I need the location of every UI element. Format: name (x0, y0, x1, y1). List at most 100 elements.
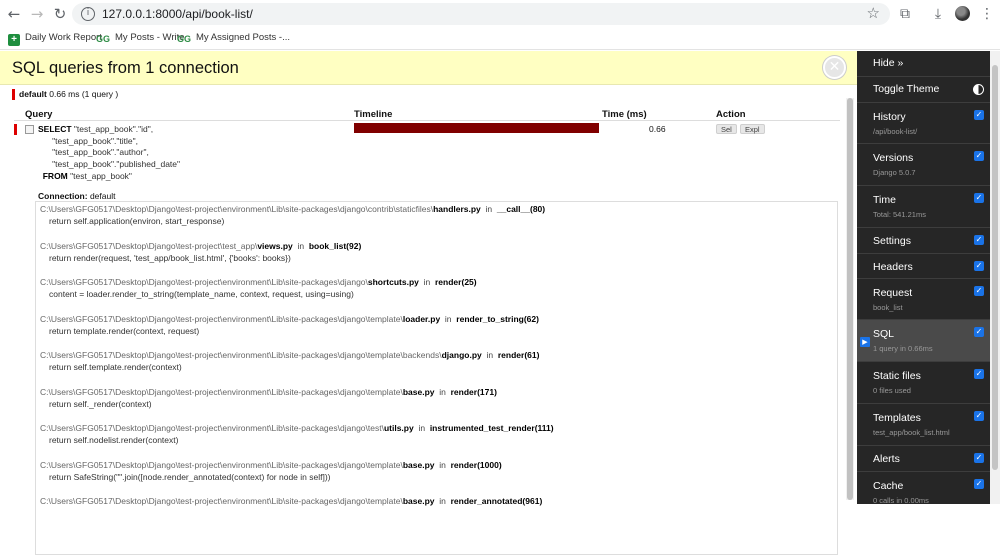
download-icon[interactable]: ⤓ (929, 5, 947, 23)
close-panel-button[interactable]: ✕ (823, 56, 846, 79)
profile-avatar[interactable] (955, 6, 970, 21)
bookmark-daily-work-report[interactable]: + Daily Work Report (8, 32, 102, 46)
panel-title: SQL queries from 1 connection (12, 59, 239, 77)
panel-enable-checkbox[interactable]: ✓ (974, 151, 984, 161)
column-time: Time (ms) (602, 109, 647, 120)
toolbar-item-history[interactable]: History/api/book-list/ ✓ (857, 103, 990, 144)
explain-button[interactable]: Expl (740, 124, 765, 134)
frame-function: render_annotated (450, 496, 523, 506)
panel-enable-checkbox[interactable]: ✓ (974, 286, 984, 296)
frame-file: base.py (402, 459, 435, 470)
panel-enable-checkbox[interactable]: ✓ (974, 369, 984, 379)
frame-code: return self.nodelist.render(context) (49, 435, 179, 445)
toolbar-item-sql[interactable]: SQL 1 query in 0.66ms ✓ (857, 320, 990, 362)
toolbar-item-title: Static files (873, 370, 921, 382)
sql-query[interactable]: SELECT "test_app_book"."id", "test_app_b… (38, 124, 180, 183)
stack-frame-location: C:\Users\GFG0517\Desktop\Django\test-pro… (40, 423, 554, 433)
debug-toolbar: Hide » Toggle Theme History/api/book-lis… (857, 51, 1000, 504)
column-timeline: Timeline (354, 109, 393, 120)
toolbar-item-settings[interactable]: Settings ✓ (857, 228, 990, 254)
panel-enable-checkbox[interactable]: ✓ (974, 453, 984, 463)
frame-file: utils.py (383, 423, 414, 433)
toolbar-item-alerts[interactable]: Alerts ✓ (857, 446, 990, 472)
stack-frame-location: C:\Users\GFG0517\Desktop\Django\test-pro… (40, 240, 362, 251)
frame-file: base.py (402, 386, 435, 397)
panel-enable-checkbox[interactable]: ✓ (974, 479, 984, 489)
url-text[interactable]: 127.0.0.1:8000/api/book-list/ (102, 7, 253, 21)
frame-function: render (450, 386, 478, 397)
panel-enable-checkbox[interactable]: ✓ (974, 411, 984, 421)
theme-toggle-icon (973, 84, 984, 95)
frame-in: in (439, 496, 446, 506)
frame-function: render (435, 277, 462, 287)
site-info-icon[interactable]: i (81, 7, 95, 21)
panel-enable-checkbox[interactable]: ✓ (974, 235, 984, 245)
frame-line: 171 (479, 386, 495, 397)
toolbar-scrollbar[interactable] (990, 51, 1000, 504)
bookmark-my-assigned-posts[interactable]: GG My Assigned Posts -... (177, 32, 290, 45)
frame-path: C:\Users\GFG0517\Desktop\Django\test-pro… (40, 386, 403, 397)
toolbar-item-headers[interactable]: Headers ✓ (857, 254, 990, 279)
stack-frame-location: C:\Users\GFG0517\Desktop\Django\test-pro… (40, 386, 497, 397)
gfg-icon: GG (177, 34, 192, 44)
timeline-bar (354, 123, 599, 133)
stack-frame-location: C:\Users\GFG0517\Desktop\Django\test-pro… (40, 313, 539, 324)
bookmark-my-posts[interactable]: GG My Posts - Write (96, 32, 185, 45)
frame-path: C:\Users\GFG0517\Desktop\Django\test-pro… (40, 350, 442, 360)
frame-line: 25 (464, 277, 474, 287)
frame-code: return template.render(context, request) (49, 325, 200, 336)
column-query: Query (25, 109, 53, 120)
toolbar-item-title: Cache (873, 480, 904, 492)
toolbar-item-subtitle: 0 files used (873, 386, 911, 395)
frame-line: 111 (537, 423, 551, 433)
expand-toggle[interactable] (25, 125, 34, 134)
bookmark-star-icon[interactable]: ☆ (867, 4, 880, 22)
frame-function: render (450, 459, 478, 470)
toolbar-hide[interactable]: Hide » (857, 51, 990, 77)
address-bar[interactable]: i 127.0.0.1:8000/api/book-list/ ☆ (72, 3, 890, 25)
menu-kebab-icon[interactable]: ⋮ (978, 5, 996, 23)
toolbar-toggle-theme[interactable]: Toggle Theme (857, 77, 990, 103)
toolbar-item-title: Request (873, 287, 913, 299)
extensions-icon[interactable]: ⧉ (896, 5, 914, 23)
panel-scrollbar-thumb[interactable] (847, 98, 853, 500)
header-divider (14, 120, 840, 121)
frame-file: loader.py (402, 313, 441, 324)
panel-enable-checkbox[interactable]: ✓ (974, 110, 984, 120)
frame-path: C:\Users\GFG0517\Desktop\Django\test-pro… (40, 313, 403, 324)
select-button[interactable]: Sel (716, 124, 737, 134)
reload-icon[interactable]: ↻ (50, 4, 70, 24)
toolbar-item-static-files[interactable]: Static files 0 files used ✓ (857, 362, 990, 404)
panel-title-bar: SQL queries from 1 connection ✕ (0, 51, 857, 85)
toolbar-item-templates[interactable]: Templates test_app/book_list.html ✓ (857, 404, 990, 446)
frame-path: C:\Users\GFG0517\Desktop\Django\test-pro… (40, 204, 434, 214)
frame-path: C:\Users\GFG0517\Desktop\Django\test-pro… (40, 423, 384, 433)
toolbar-item-versions[interactable]: Versions Django 5.0.7 ✓ (857, 144, 990, 186)
frame-path: C:\Users\GFG0517\Desktop\Django\test-pro… (40, 459, 403, 470)
toolbar-item-title: Templates (873, 412, 921, 424)
sql-panel: SQL queries from 1 connection ✕ default … (0, 51, 857, 555)
frame-line: 62 (526, 313, 537, 324)
query-marker (14, 124, 17, 135)
toolbar-item-time[interactable]: Time Total: 541.21ms ✓ (857, 186, 990, 228)
frame-in: in (423, 277, 431, 287)
gfg-icon: GG (96, 34, 111, 44)
frame-file: views.py (257, 240, 293, 251)
toolbar-item-title: Versions (873, 152, 914, 164)
back-icon[interactable]: ← (4, 4, 24, 24)
panel-enable-checkbox[interactable]: ✓ (974, 327, 984, 337)
toolbar-scrollbar-thumb[interactable] (992, 65, 998, 470)
forward-icon[interactable]: → (27, 4, 47, 24)
panel-enable-checkbox[interactable]: ✓ (974, 193, 984, 203)
panel-scrollbar[interactable] (846, 98, 854, 500)
frame-path: C:\Users\GFG0517\Desktop\Django\test-pro… (40, 277, 368, 287)
toolbar-item-subtitle: /api/book-list/ (873, 127, 918, 136)
toolbar-item-cache[interactable]: Cache 0 calls in 0.00ms ✓ (857, 472, 990, 504)
frame-line: 961 (525, 496, 540, 506)
toolbar-item-title: Alerts (873, 453, 900, 465)
connection-line: Connection: default (38, 191, 116, 201)
frame-line: 1000 (479, 459, 499, 470)
toolbar-item-request[interactable]: Request book_list ✓ (857, 279, 990, 320)
panel-enable-checkbox[interactable]: ✓ (974, 261, 984, 271)
stack-frame-location: C:\Users\GFG0517\Desktop\Django\test-pro… (40, 350, 540, 360)
